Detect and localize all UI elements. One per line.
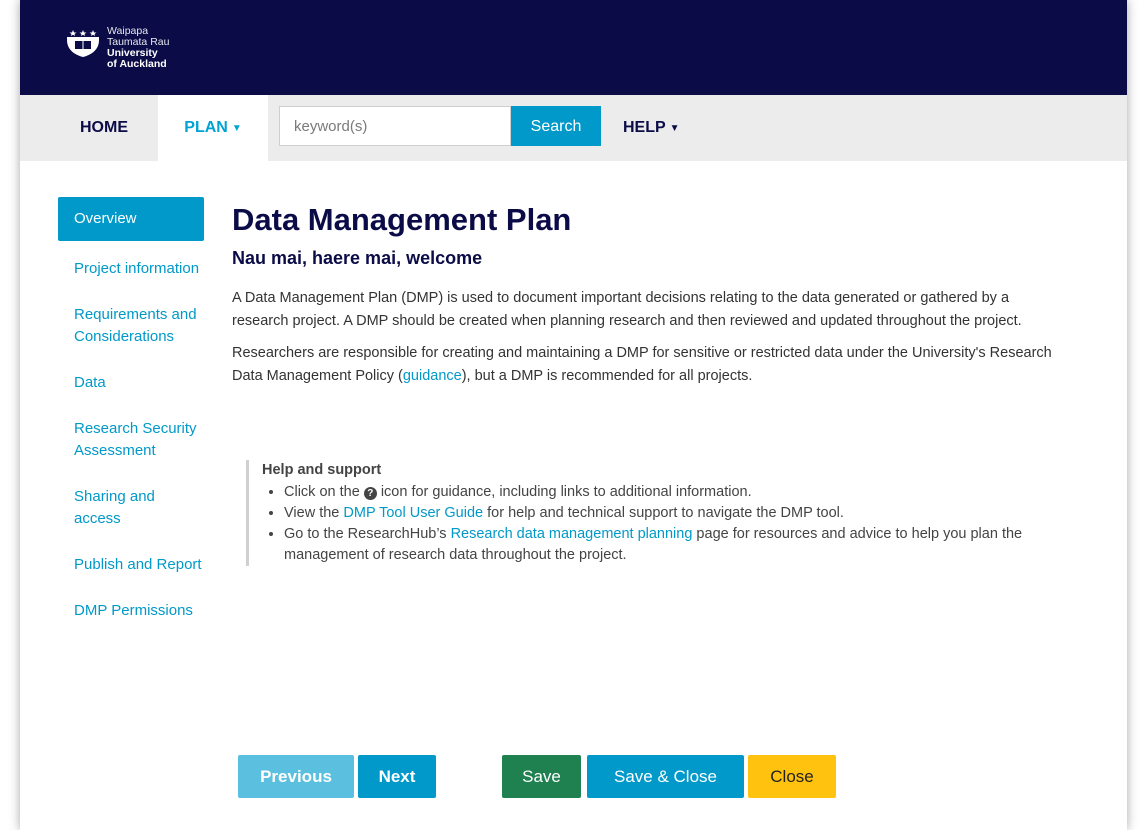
logo-line-4: of Auckland: [107, 58, 167, 70]
university-logo[interactable]: Waipapa Taumata Rau University of Auckla…: [65, 26, 169, 70]
caret-down-icon: ▼: [231, 123, 242, 134]
app-window: Waipapa Taumata Rau University of Auckla…: [20, 0, 1127, 830]
nav-plan-dropdown[interactable]: PLAN ▼: [158, 95, 268, 161]
intro-paragraph: A Data Management Plan (DMP) is used to …: [232, 290, 1022, 329]
policy-paragraph: Researchers are responsible for creating…: [232, 342, 1062, 387]
help-item-researchhub: Go to the ResearchHub’s Research data ma…: [284, 524, 1092, 566]
sidebar-item-overview[interactable]: Overview: [58, 197, 204, 241]
sidebar-item-research-security[interactable]: Research Security Assessment: [58, 418, 204, 462]
crest-icon: [67, 28, 99, 57]
help-item-1-before: Click on the: [284, 484, 364, 500]
logo-text: Waipapa Taumata Rau University of Auckla…: [107, 26, 169, 70]
guidance-link[interactable]: guidance: [403, 368, 462, 384]
search-input[interactable]: [279, 106, 511, 146]
sidebar-item-dmp-permissions[interactable]: DMP Permissions: [58, 600, 204, 622]
help-list: Click on the ? icon for guidance, includ…: [262, 482, 1092, 566]
page-title: Data Management Plan: [232, 202, 572, 237]
help-item-1-after: icon for guidance, including links to ad…: [376, 484, 752, 500]
help-item-2-before: View the: [284, 505, 344, 521]
save-close-button[interactable]: Save & Close: [587, 755, 744, 798]
main-content: Data Management Plan Nau mai, haere mai,…: [232, 200, 1062, 387]
sidebar-item-data[interactable]: Data: [58, 372, 204, 394]
sidebar-item-project-information[interactable]: Project information: [58, 258, 204, 280]
sidebar-item-requirements[interactable]: Requirements and Considerations: [58, 304, 204, 348]
help-support-box: Help and support Click on the ? icon for…: [246, 460, 1092, 566]
page-subtitle: Nau mai, haere mai, welcome: [232, 248, 483, 268]
policy-text-after: ), but a DMP is recommended for all proj…: [461, 367, 753, 384]
nav-plan-label: PLAN: [184, 119, 228, 136]
help-item-user-guide: View the DMP Tool User Guide for help an…: [284, 503, 1092, 524]
main-nav: HOME PLAN▼ Search HELP▼: [20, 95, 1127, 161]
sidebar-nav: Overview Project information Requirement…: [58, 197, 208, 646]
rdm-planning-link[interactable]: Research data management planning: [451, 526, 693, 542]
nav-home-link[interactable]: HOME: [64, 95, 144, 161]
sidebar-item-sharing-access[interactable]: Sharing and access: [58, 486, 204, 530]
nav-help-label: HELP: [623, 119, 666, 136]
question-circle-icon: ?: [363, 487, 377, 500]
search-button[interactable]: Search: [511, 106, 601, 146]
help-item-guidance: Click on the ? icon for guidance, includ…: [284, 482, 1092, 503]
nav-help-dropdown[interactable]: HELP ▼: [623, 95, 680, 161]
help-title: Help and support: [262, 462, 382, 478]
previous-button[interactable]: Previous: [238, 755, 354, 798]
caret-down-icon: ▼: [669, 123, 680, 134]
next-button[interactable]: Next: [358, 755, 436, 798]
dmp-user-guide-link[interactable]: DMP Tool User Guide: [343, 505, 483, 521]
help-item-3-before: Go to the ResearchHub’s: [284, 526, 451, 542]
sidebar-item-publish-report[interactable]: Publish and Report: [58, 554, 204, 576]
top-header: Waipapa Taumata Rau University of Auckla…: [20, 0, 1127, 95]
help-item-2-after: for help and technical support to naviga…: [483, 505, 844, 521]
save-button[interactable]: Save: [502, 755, 581, 798]
close-button[interactable]: Close: [748, 755, 836, 798]
